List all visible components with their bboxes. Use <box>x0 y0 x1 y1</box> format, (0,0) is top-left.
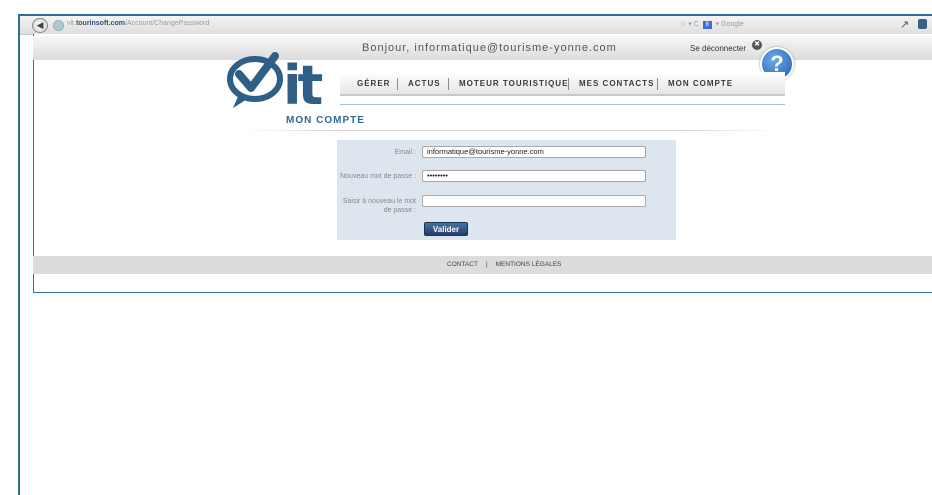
logout-icon[interactable]: ✖ <box>752 40 762 50</box>
logo-text: it <box>283 54 323 112</box>
search-engine-dropdown-icon[interactable]: ▾ <box>716 21 720 28</box>
footer-legal-link[interactable]: MENTIONS LÉGALES <box>496 261 562 268</box>
nav-separator <box>397 78 398 90</box>
wrench-icon[interactable]: ↗ <box>900 18 909 31</box>
nav-separator <box>568 78 569 90</box>
logout-link[interactable]: Se déconnecter <box>690 44 746 53</box>
confirm-password-label: Saisir à nouveau le mot de passe : <box>337 197 416 215</box>
window-frame-left <box>18 14 20 495</box>
search-engine-label[interactable]: Google <box>721 21 744 28</box>
back-arrow-icon[interactable]: ◀ <box>32 18 48 33</box>
url-prefix: vit. <box>67 20 76 27</box>
page-title: MON COMPTE <box>286 115 365 126</box>
star-icon[interactable]: ☆ <box>680 21 686 28</box>
url-path: /Account/ChangePassword <box>124 20 210 27</box>
footer-separator: | <box>485 261 488 268</box>
address-bar[interactable]: vit.tourinsoft.com/Account/ChangePasswor… <box>67 20 209 27</box>
nav-item-mon-compte[interactable]: MON COMPTE <box>668 79 733 88</box>
url-domain: tourinsoft.com <box>75 20 125 27</box>
main-navigation: GÉRER ACTUS MOTEUR TOURISTIQUE MES CONTA… <box>340 72 785 96</box>
google-search-icon: 8 <box>702 21 712 29</box>
dropdown-icon[interactable]: ▾ <box>688 21 692 28</box>
extension-icon[interactable] <box>918 19 927 29</box>
new-password-label: Nouveau mot de passe : <box>340 173 416 180</box>
new-password-field[interactable] <box>422 170 646 182</box>
validate-button[interactable]: Valider <box>424 222 468 236</box>
nav-separator <box>657 78 658 90</box>
vit-logo[interactable]: it <box>225 52 340 112</box>
confirm-password-label-line2: de passe : <box>383 207 416 214</box>
footer-links: CONTACT | MENTIONS LÉGALES <box>447 261 561 268</box>
nav-item-mes-contacts[interactable]: MES CONTACTS <box>579 79 654 88</box>
email-field[interactable] <box>422 146 646 158</box>
nav-separator <box>448 78 449 90</box>
site-favicon-icon <box>53 20 64 31</box>
nav-underline <box>340 104 785 105</box>
footer-contact-link[interactable]: CONTACT <box>447 261 478 268</box>
greeting-text: Bonjour, informatique@tourisme-yonne.com <box>362 42 617 54</box>
email-label: Email : <box>394 149 416 156</box>
browser-right-controls: ☆ ▾ C 8 ▾ Google <box>680 20 744 29</box>
reload-icon[interactable]: C <box>694 21 699 28</box>
confirm-password-label-line1: Saisir à nouveau le mot <box>342 198 416 205</box>
title-divider <box>240 130 780 131</box>
nav-item-actus[interactable]: ACTUS <box>408 79 441 88</box>
browser-toolbar: ◀ vit.tourinsoft.com/Account/ChangePassw… <box>20 16 932 35</box>
nav-item-gerer[interactable]: GÉRER <box>357 79 390 88</box>
confirm-password-field[interactable] <box>422 195 646 207</box>
nav-item-moteur-touristique[interactable]: MOTEUR TOURISTIQUE <box>459 79 568 88</box>
